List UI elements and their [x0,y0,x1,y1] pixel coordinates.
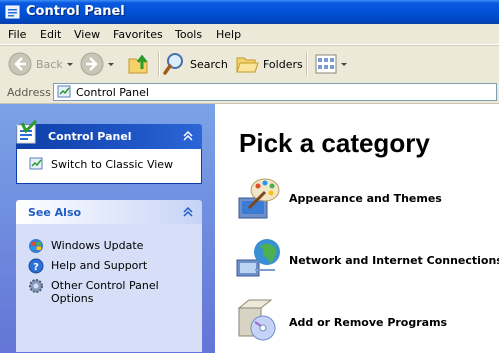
collapse-chevron-icon[interactable] [182,130,194,142]
control-panel-section-body: Switch to Classic View [16,149,202,184]
appearance-themes-label: Appearance and Themes [289,192,442,205]
address-label: Address [7,86,51,99]
toolbar: Back Search Folders [0,45,499,83]
see-also-section: See Also Windows Update ? Help and Suppo [16,200,202,352]
up-folder-icon [128,54,148,74]
toolbar-separator [158,52,160,76]
network-icon [236,239,280,277]
collapse-chevron-icon[interactable] [182,206,194,218]
appearance-themes-icon [238,178,280,219]
menu-edit[interactable]: Edit [40,28,61,41]
page-title: Pick a category [239,128,430,158]
windows-update-icon [29,239,43,253]
folders-icon [236,57,259,73]
add-remove-programs-icon [237,299,276,341]
windows-update-label: Windows Update [51,239,144,252]
window-title: Control Panel [26,4,125,19]
back-label: Back [36,57,63,71]
views-button[interactable] [315,46,347,82]
menu-favorites[interactable]: Favorites [113,28,163,41]
menu-bar: File Edit View Favorites Tools Help [0,24,499,45]
back-arrow-icon [8,52,32,76]
see-also-title: See Also [28,206,82,219]
control-panel-section-title: Control Panel [48,130,132,143]
category-network-internet[interactable]: Network and Internet Connections [235,236,499,292]
category-appearance-themes[interactable]: Appearance and Themes [235,174,495,230]
forward-button[interactable] [80,46,114,82]
menu-file[interactable]: File [8,28,26,41]
back-dropdown-icon[interactable] [66,62,73,66]
address-value: Control Panel [76,86,149,99]
classic-view-icon [29,157,43,170]
control-panel-section: Control Panel Switch to Classic View [16,120,202,184]
address-bar: Address Control Panel [0,82,499,104]
title-bar[interactable]: Control Panel [0,0,499,24]
views-icon [315,54,337,74]
see-also-header[interactable]: See Also [16,200,202,224]
control-panel-icon [57,85,71,98]
help-and-support-label: Help and Support [51,259,148,272]
search-label: Search [190,57,228,71]
gear-icon [29,279,43,293]
other-options-label-line2: Options [51,292,94,305]
folders-button[interactable]: Folders [235,46,303,82]
folders-label: Folders [263,57,303,71]
help-icon: ? [28,258,44,274]
task-pane: Control Panel Switch to Classic View See… [0,104,215,353]
forward-arrow-icon [80,52,104,76]
back-button[interactable]: Back [8,46,73,82]
network-internet-label: Network and Internet Connections [289,254,499,267]
up-folder-button[interactable] [127,46,151,82]
control-panel-icon [5,5,20,19]
control-panel-section-header[interactable]: Control Panel [16,120,202,149]
address-field[interactable]: Control Panel [53,83,497,101]
category-pane: Pick a category Appearance and Themes Ne… [215,104,499,353]
see-also-body: Windows Update ? Help and Support Other … [16,224,202,352]
toolbar-separator [306,52,308,76]
search-button[interactable]: Search [162,46,228,82]
svg-text:?: ? [33,262,39,273]
control-panel-icon [16,120,38,144]
forward-dropdown-icon[interactable] [108,62,114,66]
menu-tools[interactable]: Tools [175,28,202,41]
menu-help[interactable]: Help [216,28,241,41]
switch-classic-view-link[interactable]: Switch to Classic View [51,158,173,171]
views-dropdown-icon[interactable] [341,62,347,66]
search-icon [163,53,183,75]
other-options-label: Other Control Panel [51,279,159,292]
category-add-remove-programs[interactable]: Add or Remove Programs [235,298,495,354]
add-remove-programs-label: Add or Remove Programs [289,316,448,329]
menu-view[interactable]: View [74,28,100,41]
